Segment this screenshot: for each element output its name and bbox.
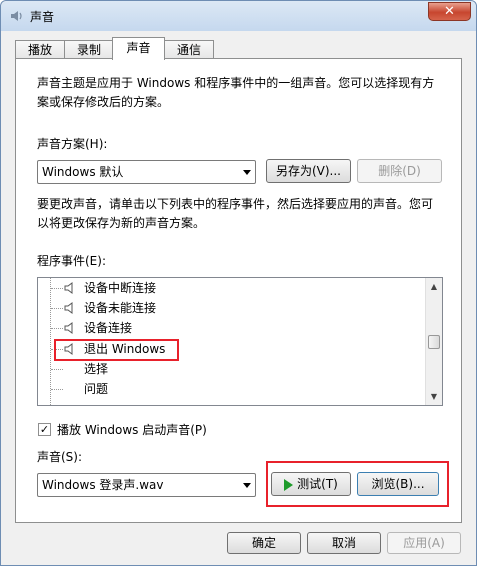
list-item[interactable]: 问题 xyxy=(38,379,426,399)
sound-select-value: Windows 登录声.wav xyxy=(42,478,164,492)
change-text-line2: 以将更改保存为新的声音方案。 xyxy=(37,216,206,230)
scheme-label: 声音方案(H): xyxy=(37,137,108,151)
close-button[interactable]: ✕ xyxy=(428,2,471,21)
scheme-select[interactable]: Windows 默认 xyxy=(37,160,256,184)
sounds-panel: 声音主题是应用于 Windows 和程序事件中的一组声音。您可以选择现有方 案或… xyxy=(15,58,462,523)
vertical-scrollbar[interactable]: ▲ ▼ xyxy=(425,278,442,405)
startup-sound-label: 播放 Windows 启动声音(P) xyxy=(57,423,207,437)
ok-button[interactable]: 确定 xyxy=(227,532,301,554)
window-title: 声音 xyxy=(30,10,55,24)
list-item-label: 设备未能连接 xyxy=(84,301,157,315)
scroll-up-icon[interactable]: ▲ xyxy=(426,278,442,295)
speaker-icon xyxy=(64,302,73,314)
scroll-thumb[interactable] xyxy=(428,335,440,349)
list-item-label: 选择 xyxy=(84,362,109,376)
list-item-label: 问题 xyxy=(84,382,109,396)
speaker-icon xyxy=(64,282,73,294)
chevron-down-icon xyxy=(243,483,251,488)
list-item[interactable]: 选择 xyxy=(38,359,426,379)
events-label: 程序事件(E): xyxy=(37,254,106,268)
browse-button[interactable]: 浏览(B)... xyxy=(357,472,439,496)
tab-recording[interactable]: 录制 xyxy=(64,40,114,60)
intro-text-line1: 声音主题是应用于 Windows 和程序事件中的一组声音。您可以选择现有方 xyxy=(37,76,435,90)
scroll-down-icon[interactable]: ▼ xyxy=(426,388,442,405)
sound-label: 声音(S): xyxy=(37,450,83,464)
tab-sounds[interactable]: 声音 xyxy=(112,37,165,60)
title-bar: 声音 ✕ xyxy=(1,1,476,31)
list-item-label: 设备连接 xyxy=(84,321,133,335)
intro-text-line2: 案或保存修改后的方案。 xyxy=(37,95,170,109)
test-button[interactable]: 测试(T) xyxy=(271,472,351,496)
save-as-button[interactable]: 另存为(V)... xyxy=(266,159,351,183)
list-item[interactable]: 设备未能连接 xyxy=(38,298,426,318)
delete-button[interactable]: 删除(D) xyxy=(357,159,442,183)
speaker-icon xyxy=(64,322,73,334)
highlight-box-event xyxy=(54,339,179,361)
test-button-label: 测试(T) xyxy=(297,477,338,491)
play-icon xyxy=(284,478,294,491)
speaker-app-icon xyxy=(11,11,22,21)
scheme-select-value: Windows 默认 xyxy=(42,165,124,179)
sound-dialog: 声音 ✕ 播放 录制 声音 通信 声音主题是应用于 Windows 和程序事件中… xyxy=(0,0,477,566)
change-text-line1: 要更改声音，请单击以下列表中的程序事件，然后选择要应用的声音。您可 xyxy=(37,197,434,211)
list-item-label: 设备中断连接 xyxy=(84,281,157,295)
cancel-button[interactable]: 取消 xyxy=(307,532,381,554)
tab-communications[interactable]: 通信 xyxy=(164,40,214,60)
list-item[interactable]: 设备连接 xyxy=(38,318,426,338)
startup-sound-checkbox[interactable]: ✓ xyxy=(38,423,51,436)
list-item[interactable]: 设备中断连接 xyxy=(38,278,426,298)
chevron-down-icon xyxy=(243,170,251,175)
tab-playback[interactable]: 播放 xyxy=(15,40,65,60)
sound-select[interactable]: Windows 登录声.wav xyxy=(37,473,256,497)
apply-button[interactable]: 应用(A) xyxy=(387,532,461,554)
